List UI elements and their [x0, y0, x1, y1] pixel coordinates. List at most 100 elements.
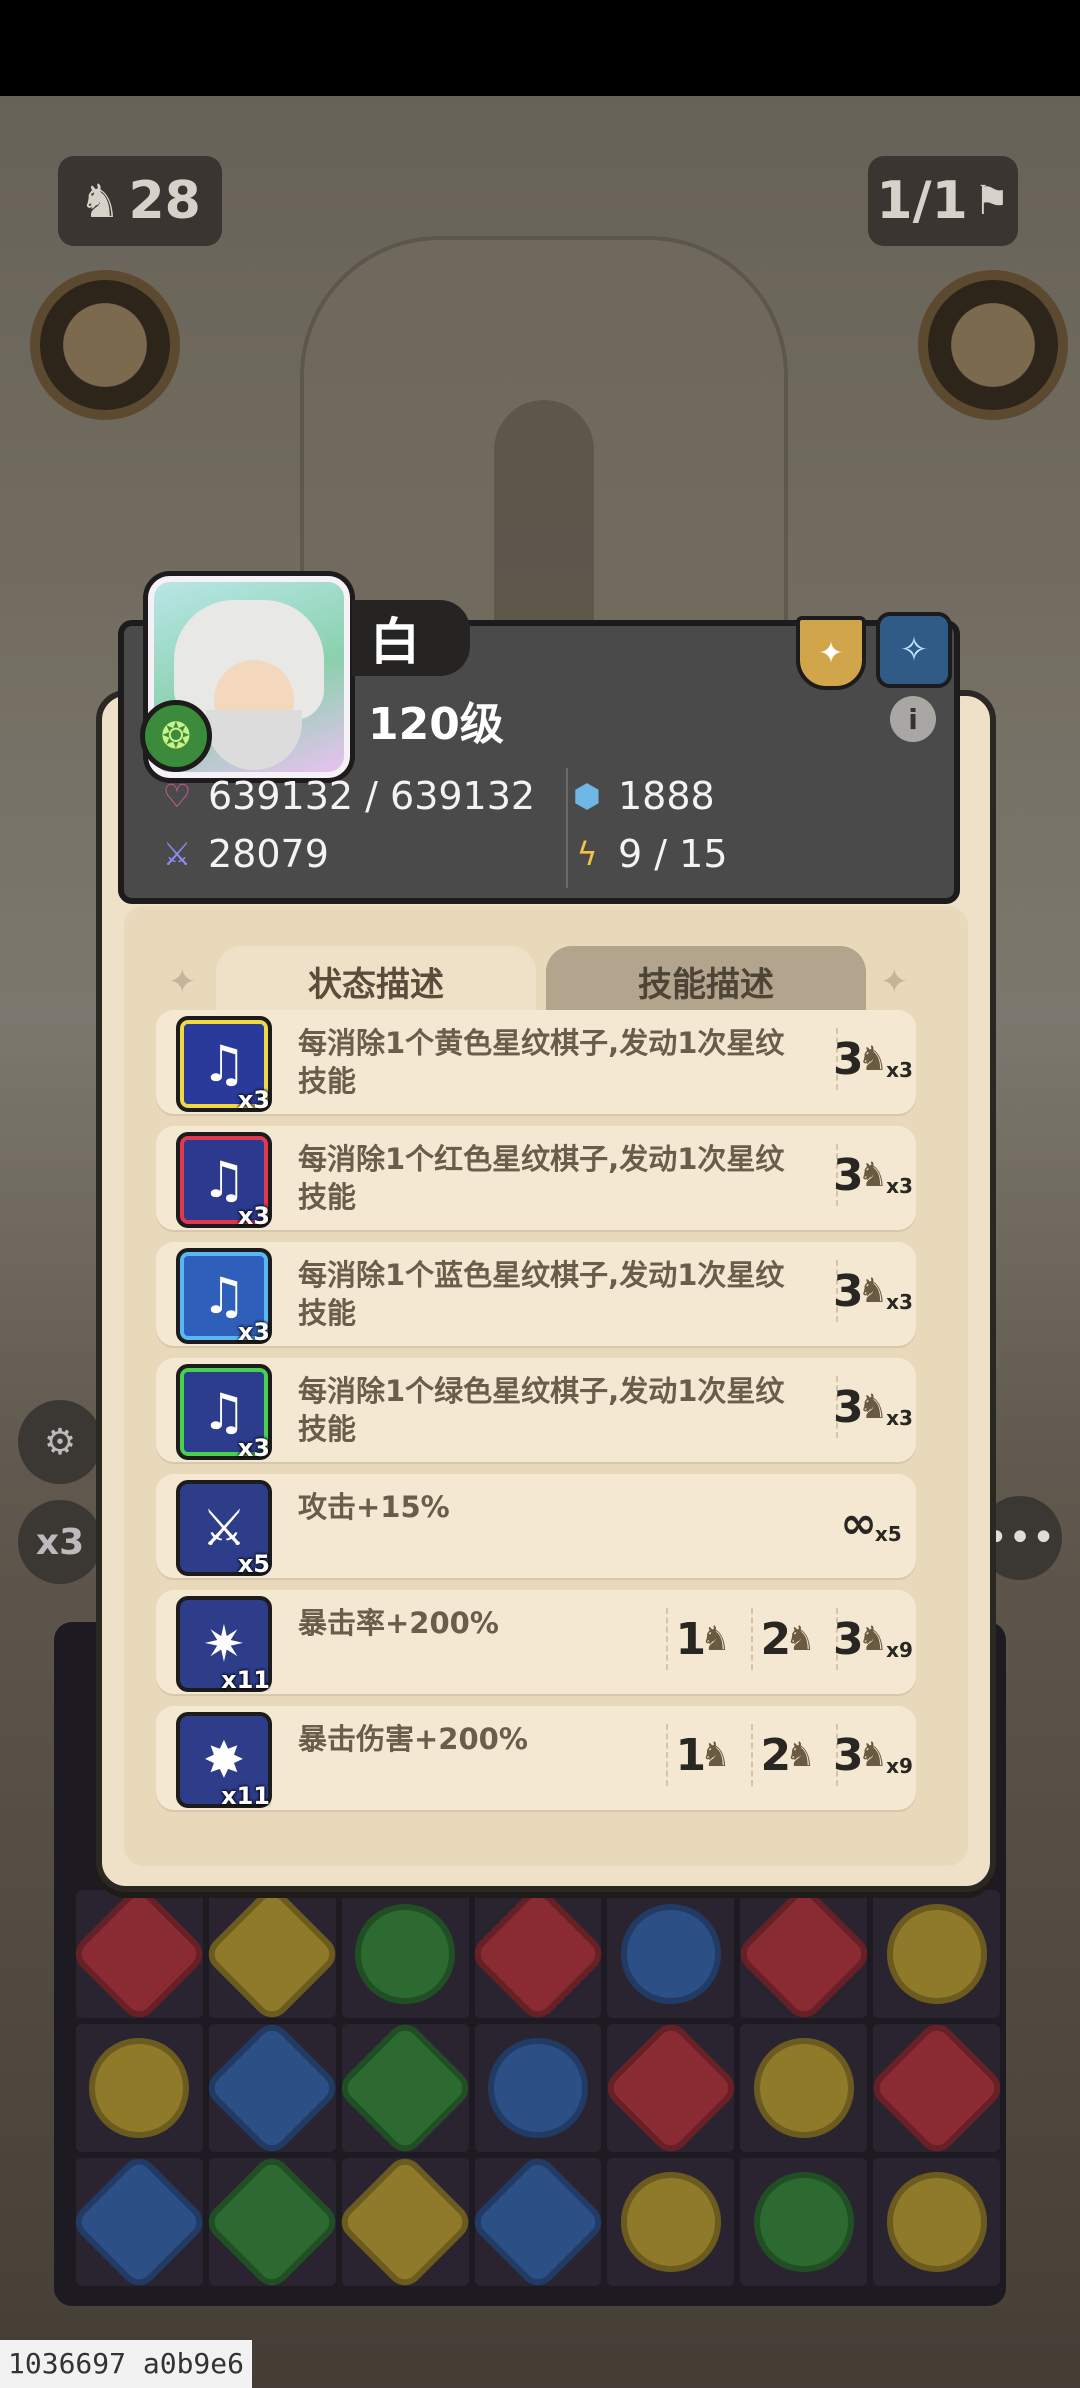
board-cell[interactable] [600, 2017, 742, 2159]
yellow-gem-icon [68, 2017, 211, 2159]
knight-icon: ♞ [785, 1735, 816, 1775]
board-cell[interactable] [68, 1883, 211, 2025]
board-cell[interactable] [201, 2017, 343, 2159]
music-note-yellow-icon: ♫ x3 [176, 1016, 272, 1114]
sword-icon: ⚔ [162, 835, 192, 873]
stat-divider [566, 768, 568, 888]
yellow-gem-icon [865, 2151, 1008, 2293]
hp-stat: ♡ 639132 / 639132 [156, 774, 566, 818]
knight-icon: ♞ [857, 1039, 889, 1079]
requirement-badge: 3 ♞ x3 [833, 1376, 913, 1438]
effect-text: 每消除1个红色星纹棋子,发动1次星纹技能 [298, 1142, 785, 1214]
list-item: ♫ x3 每消除1个蓝色星纹棋子,发动1次星纹技能 3 ♞ x3 [156, 1242, 916, 1346]
yellow-gem-icon [201, 1883, 343, 2025]
board-cell[interactable] [467, 2017, 609, 2159]
turn-counter: ♞ 28 [58, 156, 222, 246]
wind-element-icon: ❂ [140, 700, 212, 772]
effect-text: 每消除1个蓝色星纹棋子,发动1次星纹技能 [298, 1258, 785, 1330]
tab-skills[interactable]: 技能描述 [546, 946, 866, 1016]
hero-level: 120级 [368, 699, 504, 750]
board-cell[interactable] [334, 2151, 476, 2293]
hp-value: 639132 / 639132 [208, 774, 536, 818]
board-cell[interactable] [467, 2151, 609, 2293]
requirement-badge: 2 ♞ [751, 1608, 823, 1670]
blue-gem-icon [467, 2151, 609, 2293]
board-cell[interactable] [600, 1883, 742, 2025]
enemy-token[interactable] [918, 270, 1068, 420]
music-note-blue-icon: ♫ x3 [176, 1248, 272, 1346]
yellow-gem-icon [732, 2017, 875, 2159]
stack-count: x11 [221, 1782, 270, 1810]
build-id: 1036697 a0b9e6 [0, 2340, 253, 2388]
board-cell[interactable] [600, 2151, 742, 2293]
stack-count: x3 [237, 1434, 270, 1462]
knight-icon: ♞ [700, 1619, 731, 1659]
board-cell[interactable] [732, 2017, 875, 2159]
stack-count: x3 [237, 1318, 270, 1346]
shield-icon: ⬢ [573, 777, 601, 815]
info-icon[interactable]: i [890, 696, 936, 742]
board-cell[interactable] [334, 2017, 476, 2159]
hero-name: 白 [352, 600, 470, 676]
stats-row-2: ⚔ 28079 ϟ 9 / 15 [156, 826, 916, 882]
sparkle-icon: ✦ [880, 962, 909, 1002]
blue-gem-icon [201, 2017, 343, 2159]
knight-icon: ♞ [857, 1271, 889, 1311]
crit-damage-icon: ✸ x11 [176, 1712, 272, 1810]
board-cell[interactable] [865, 1883, 1008, 2025]
board-cell[interactable] [467, 1883, 609, 2025]
knight-icon: ♞ [857, 1619, 889, 1659]
yellow-gem-icon [334, 2151, 476, 2293]
board-cell[interactable] [68, 2151, 211, 2293]
board-cell[interactable] [201, 1883, 343, 2025]
list-item: ✸ x11 暴击伤害+200% 1 ♞ 2 ♞ 3 ♞ x9 [156, 1706, 916, 1810]
board-cell[interactable] [201, 2151, 343, 2293]
energy-stat: ϟ 9 / 15 [566, 832, 728, 876]
requirement-badge: 1 ♞ [666, 1724, 738, 1786]
board-cell[interactable] [865, 2017, 1008, 2159]
green-gem-icon [732, 2151, 875, 2293]
tab-status[interactable]: 状态描述 [216, 946, 536, 1016]
list-item: ⚔ x5 攻击+15% ∞ x5 [156, 1474, 916, 1578]
knight-icon: ♞ [79, 174, 121, 228]
list-item: ♫ x3 每消除1个绿色星纹棋子,发动1次星纹技能 3 ♞ x3 [156, 1358, 916, 1462]
board-cell[interactable] [865, 2151, 1008, 2293]
speed-button[interactable]: x3 [18, 1500, 102, 1584]
stack-count: x11 [221, 1666, 270, 1694]
board-cell[interactable] [334, 1883, 476, 2025]
requirement-badge: 1 ♞ [666, 1608, 738, 1670]
player-token[interactable] [30, 270, 180, 420]
requirement-badge: 3 ♞ x3 [833, 1144, 913, 1206]
board-cell[interactable] [732, 1883, 875, 2025]
board-cell[interactable] [732, 2151, 875, 2293]
effect-text: 每消除1个黄色星纹棋子,发动1次星纹技能 [298, 1026, 785, 1098]
panel-tabs: 状态描述 技能描述 [216, 946, 866, 1016]
settings-gear-icon[interactable]: ⚙ [18, 1400, 102, 1484]
effect-text: 攻击+15% [298, 1490, 450, 1524]
board-cell[interactable] [68, 2017, 211, 2159]
green-gem-icon [334, 1883, 476, 2025]
red-gem-icon [865, 2017, 1008, 2159]
music-note-red-icon: ♫ x3 [176, 1132, 272, 1230]
stats-row-1: ♡ 639132 / 639132 ⬢ 1888 [156, 768, 916, 824]
defense-value: 1888 [618, 774, 715, 818]
sword-icon: ⚔ x5 [176, 1480, 272, 1578]
gem-grid [68, 1883, 1008, 2293]
crit-rate-icon: ✷ x11 [176, 1596, 272, 1694]
requirement-badge: ∞ x5 [840, 1497, 902, 1549]
faction-emblem-icon: ✧ [876, 612, 952, 688]
red-gem-icon [600, 2017, 742, 2159]
requirement-badge: 2 ♞ [751, 1724, 823, 1786]
flag-icon: ⚑ [973, 178, 1010, 224]
knight-icon: ♞ [857, 1155, 889, 1195]
energy-value: 9 / 15 [618, 832, 728, 876]
turn-count: 28 [128, 171, 201, 231]
list-item: ♫ x3 每消除1个红色星纹棋子,发动1次星纹技能 3 ♞ x3 [156, 1126, 916, 1230]
requirement-badge: 3 ♞ x3 [833, 1260, 913, 1322]
stack-count: x3 [237, 1202, 270, 1230]
red-gem-icon [467, 1883, 609, 2025]
list-item: ♫ x3 每消除1个黄色星纹棋子,发动1次星纹技能 3 ♞ x3 [156, 1010, 916, 1114]
class-emblem-icon: ✦ [796, 616, 866, 690]
green-gem-icon [334, 2017, 476, 2159]
music-note-green-icon: ♫ x3 [176, 1364, 272, 1462]
